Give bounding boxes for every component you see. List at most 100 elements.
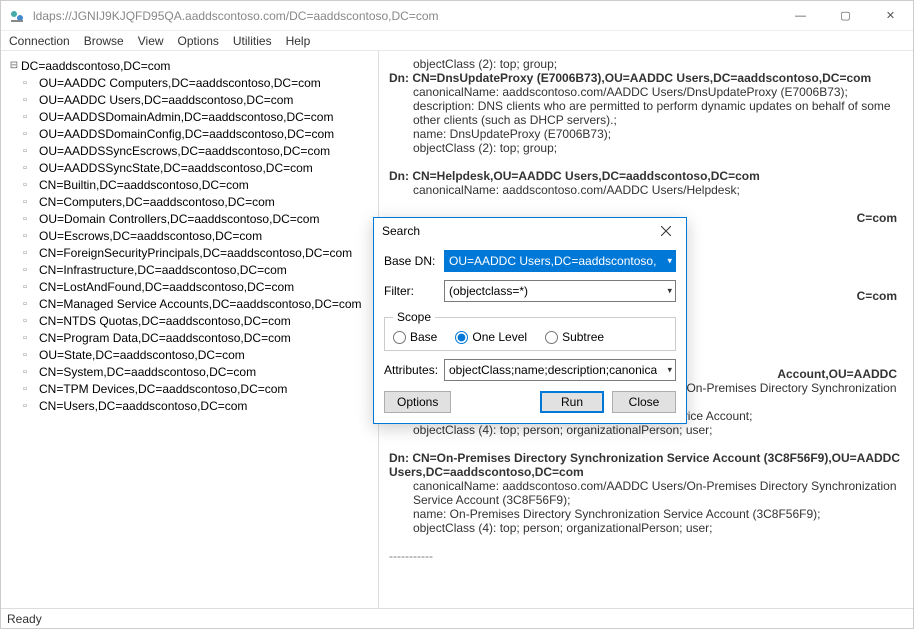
tree-root-node[interactable]: DC=aaddscontoso,DC=com xyxy=(5,57,374,74)
scope-fieldset: Scope Base One Level Subtree xyxy=(384,310,676,351)
tree-node[interactable]: ▫CN=Computers,DC=aaddscontoso,DC=com xyxy=(23,193,374,210)
dialog-close-button[interactable] xyxy=(646,218,686,244)
tree-node[interactable]: ▫CN=Infrastructure,DC=aaddscontoso,DC=co… xyxy=(23,261,374,278)
result-dn: Dn: CN=Helpdesk,OU=AADDC Users,DC=aaddsc… xyxy=(389,169,903,183)
result-attr: objectClass (2): top; group; xyxy=(389,141,903,155)
folder-icon: ▫ xyxy=(23,366,37,378)
tree-node[interactable]: ▫CN=Builtin,DC=aaddscontoso,DC=com xyxy=(23,176,374,193)
tree-node-label: CN=Users,DC=aaddscontoso,DC=com xyxy=(39,399,247,413)
filter-label: Filter: xyxy=(384,284,444,298)
dialog-titlebar[interactable]: Search xyxy=(374,218,686,244)
scope-base-radio[interactable]: Base xyxy=(393,330,437,344)
folder-icon: ▫ xyxy=(23,111,37,123)
tree-node-label: OU=State,DC=aaddscontoso,DC=com xyxy=(39,348,245,362)
search-dialog: Search Base DN: ▾ Filter: ▾ Scope Base O… xyxy=(373,217,687,424)
folder-icon: ▫ xyxy=(23,162,37,174)
menu-help[interactable]: Help xyxy=(286,34,311,48)
folder-icon: ▫ xyxy=(23,298,37,310)
options-button[interactable]: Options xyxy=(384,391,451,413)
tree-node[interactable]: ▫CN=Program Data,DC=aaddscontoso,DC=com xyxy=(23,329,374,346)
result-attr: name: DnsUpdateProxy (E7006B73); xyxy=(389,127,903,141)
tree-node[interactable]: ▫CN=System,DC=aaddscontoso,DC=com xyxy=(23,363,374,380)
tree-pane[interactable]: DC=aaddscontoso,DC=com ▫OU=AADDC Compute… xyxy=(1,51,379,608)
tree-node[interactable]: ▫CN=ForeignSecurityPrincipals,DC=aaddsco… xyxy=(23,244,374,261)
base-dn-label: Base DN: xyxy=(384,254,444,268)
result-dn: Dn: CN=On-Premises Directory Synchroniza… xyxy=(389,451,903,479)
filter-input[interactable] xyxy=(444,280,676,302)
tree-node[interactable]: ▫OU=AADDSSyncState,DC=aaddscontoso,DC=co… xyxy=(23,159,374,176)
tree-node-label: CN=ForeignSecurityPrincipals,DC=aaddscon… xyxy=(39,246,352,260)
tree-node[interactable]: ▫CN=NTDS Quotas,DC=aaddscontoso,DC=com xyxy=(23,312,374,329)
minimize-button[interactable]: — xyxy=(778,1,823,31)
tree-node-label: CN=Computers,DC=aaddscontoso,DC=com xyxy=(39,195,275,209)
result-attr: description: DNS clients who are permitt… xyxy=(389,99,903,127)
tree-node[interactable]: ▫CN=TPM Devices,DC=aaddscontoso,DC=com xyxy=(23,380,374,397)
tree-node[interactable]: ▫OU=AADDC Computers,DC=aaddscontoso,DC=c… xyxy=(23,74,374,91)
result-attr: canonicalName: aaddscontoso.com/AADDC Us… xyxy=(389,85,903,99)
tree-node-label: OU=AADDSSyncState,DC=aaddscontoso,DC=com xyxy=(39,161,313,175)
folder-icon: ▫ xyxy=(23,77,37,89)
tree-node-label: OU=AADDSSyncEscrows,DC=aaddscontoso,DC=c… xyxy=(39,144,330,158)
menu-options[interactable]: Options xyxy=(178,34,219,48)
tree-node-label: CN=Builtin,DC=aaddscontoso,DC=com xyxy=(39,178,249,192)
folder-icon: ▫ xyxy=(23,179,37,191)
tree-node-label: OU=AADDSDomainAdmin,DC=aaddscontoso,DC=c… xyxy=(39,110,333,124)
menu-connection[interactable]: Connection xyxy=(9,34,70,48)
result-attr: objectClass (4): top; person; organizati… xyxy=(389,423,903,437)
folder-icon: ▫ xyxy=(23,400,37,412)
window-title: ldaps://JGNIJ9KJQFD95QA.aaddscontoso.com… xyxy=(33,9,778,23)
dialog-close-button-bottom[interactable]: Close xyxy=(612,391,676,413)
menu-utilities[interactable]: Utilities xyxy=(233,34,272,48)
folder-icon: ▫ xyxy=(23,128,37,140)
tree-node[interactable]: ▫OU=Escrows,DC=aaddscontoso,DC=com xyxy=(23,227,374,244)
tree-node[interactable]: ▫OU=State,DC=aaddscontoso,DC=com xyxy=(23,346,374,363)
folder-icon: ▫ xyxy=(23,213,37,225)
app-icon xyxy=(9,8,25,24)
tree-node-label: CN=LostAndFound,DC=aaddscontoso,DC=com xyxy=(39,280,294,294)
tree-node-label: OU=Escrows,DC=aaddscontoso,DC=com xyxy=(39,229,262,243)
base-dn-input[interactable] xyxy=(444,250,676,272)
results-separator: ----------- xyxy=(389,549,903,563)
tree-node-label: OU=AADDC Computers,DC=aaddscontoso,DC=co… xyxy=(39,76,321,90)
attributes-label: Attributes: xyxy=(384,363,444,377)
close-icon xyxy=(661,226,671,236)
tree-node[interactable]: ▫OU=AADDSDomainConfig,DC=aaddscontoso,DC… xyxy=(23,125,374,142)
result-attr: canonicalName: aaddscontoso.com/AADDC Us… xyxy=(389,479,903,507)
folder-icon: ▫ xyxy=(23,383,37,395)
tree-node-label: CN=Infrastructure,DC=aaddscontoso,DC=com xyxy=(39,263,287,277)
result-attr: canonicalName: aaddscontoso.com/AADDC Us… xyxy=(389,183,903,197)
maximize-button[interactable]: ▢ xyxy=(823,1,868,31)
tree-node[interactable]: ▫OU=AADDSDomainAdmin,DC=aaddscontoso,DC=… xyxy=(23,108,374,125)
menubar: Connection Browse View Options Utilities… xyxy=(1,31,913,51)
folder-icon: ▫ xyxy=(23,94,37,106)
tree-node-label: CN=NTDS Quotas,DC=aaddscontoso,DC=com xyxy=(39,314,291,328)
tree-node[interactable]: ▫OU=Domain Controllers,DC=aaddscontoso,D… xyxy=(23,210,374,227)
tree-node-label: OU=AADDC Users,DC=aaddscontoso,DC=com xyxy=(39,93,293,107)
folder-icon: ▫ xyxy=(23,349,37,361)
tree-node-label: OU=AADDSDomainConfig,DC=aaddscontoso,DC=… xyxy=(39,127,334,141)
result-line: objectClass (2): top; group; xyxy=(389,57,903,71)
menu-browse[interactable]: Browse xyxy=(84,34,124,48)
folder-icon: ▫ xyxy=(23,247,37,259)
tree-node[interactable]: ▫CN=Managed Service Accounts,DC=aaddscon… xyxy=(23,295,374,312)
folder-icon: ▫ xyxy=(23,264,37,276)
scope-subtree-radio[interactable]: Subtree xyxy=(545,330,604,344)
attributes-input[interactable] xyxy=(444,359,676,381)
statusbar: Ready xyxy=(1,608,913,628)
run-button[interactable]: Run xyxy=(540,391,604,413)
menu-view[interactable]: View xyxy=(138,34,164,48)
tree-node[interactable]: ▫OU=AADDSSyncEscrows,DC=aaddscontoso,DC=… xyxy=(23,142,374,159)
tree-node[interactable]: ▫CN=LostAndFound,DC=aaddscontoso,DC=com xyxy=(23,278,374,295)
close-button[interactable]: ✕ xyxy=(868,1,913,31)
result-dn: Dn: CN=DnsUpdateProxy (E7006B73),OU=AADD… xyxy=(389,71,903,85)
status-text: Ready xyxy=(7,612,42,626)
folder-icon: ▫ xyxy=(23,332,37,344)
expander-icon[interactable] xyxy=(9,61,19,71)
result-attr: name: On-Premises Directory Synchronizat… xyxy=(389,507,903,521)
tree-node[interactable]: ▫CN=Users,DC=aaddscontoso,DC=com xyxy=(23,397,374,414)
folder-icon: ▫ xyxy=(23,145,37,157)
tree-node[interactable]: ▫OU=AADDC Users,DC=aaddscontoso,DC=com xyxy=(23,91,374,108)
tree-node-label: CN=System,DC=aaddscontoso,DC=com xyxy=(39,365,256,379)
scope-onelevel-radio[interactable]: One Level xyxy=(455,330,527,344)
folder-icon: ▫ xyxy=(23,230,37,242)
